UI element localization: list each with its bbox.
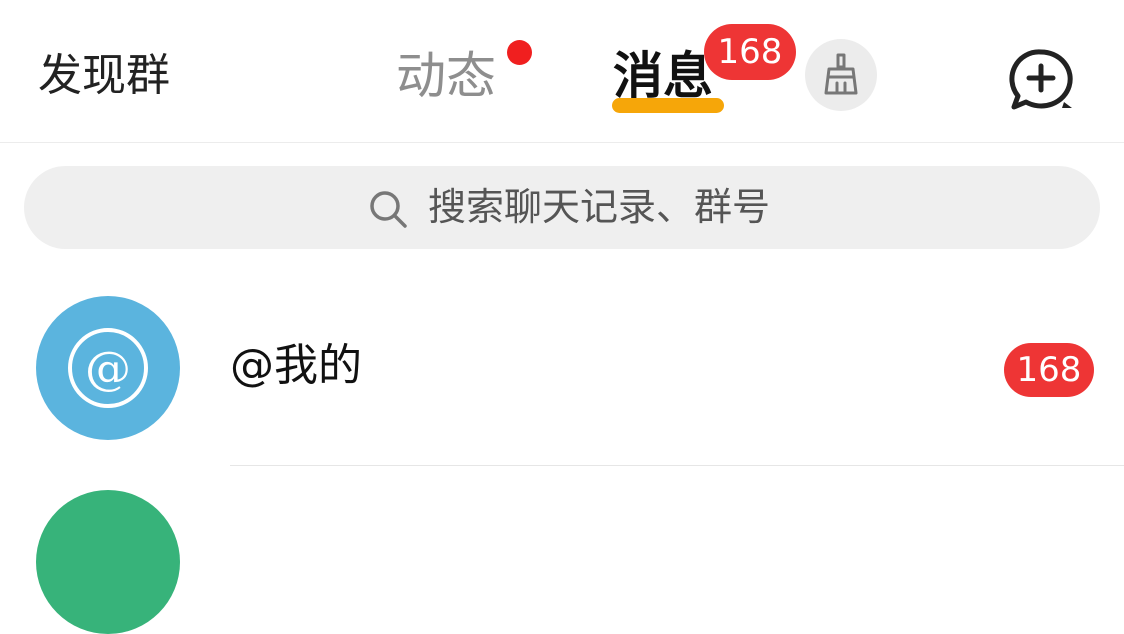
search-placeholder: 搜索聊天记录、群号 xyxy=(428,185,771,229)
list-item-mentions[interactable]: @ @我的 168 xyxy=(0,282,1124,466)
search-bar[interactable]: 搜索聊天记录、群号 xyxy=(24,166,1100,249)
avatar: @ xyxy=(36,296,180,440)
messages-unread-badge: 168 xyxy=(704,24,796,80)
at-icon: @ xyxy=(68,328,148,408)
discover-groups-link[interactable]: 发现群 xyxy=(38,48,170,104)
chat-plus-icon xyxy=(1009,49,1073,110)
svg-text:@: @ xyxy=(85,341,131,395)
add-chat-button[interactable] xyxy=(1006,46,1078,112)
list-item-title: @我的 xyxy=(230,340,362,391)
avatar xyxy=(36,490,180,634)
search-icon xyxy=(370,191,407,228)
list-item-unread-badge: 168 xyxy=(1004,343,1094,397)
top-navigation-bar: 发现群 动态 消息 168 xyxy=(0,0,1124,143)
tab-dynamic[interactable]: 动态 xyxy=(396,44,496,108)
clean-unread-button[interactable] xyxy=(805,39,877,111)
unread-dot-indicator xyxy=(507,40,532,65)
active-tab-underline xyxy=(612,98,724,113)
broom-icon xyxy=(824,53,858,95)
list-divider xyxy=(230,465,1124,466)
